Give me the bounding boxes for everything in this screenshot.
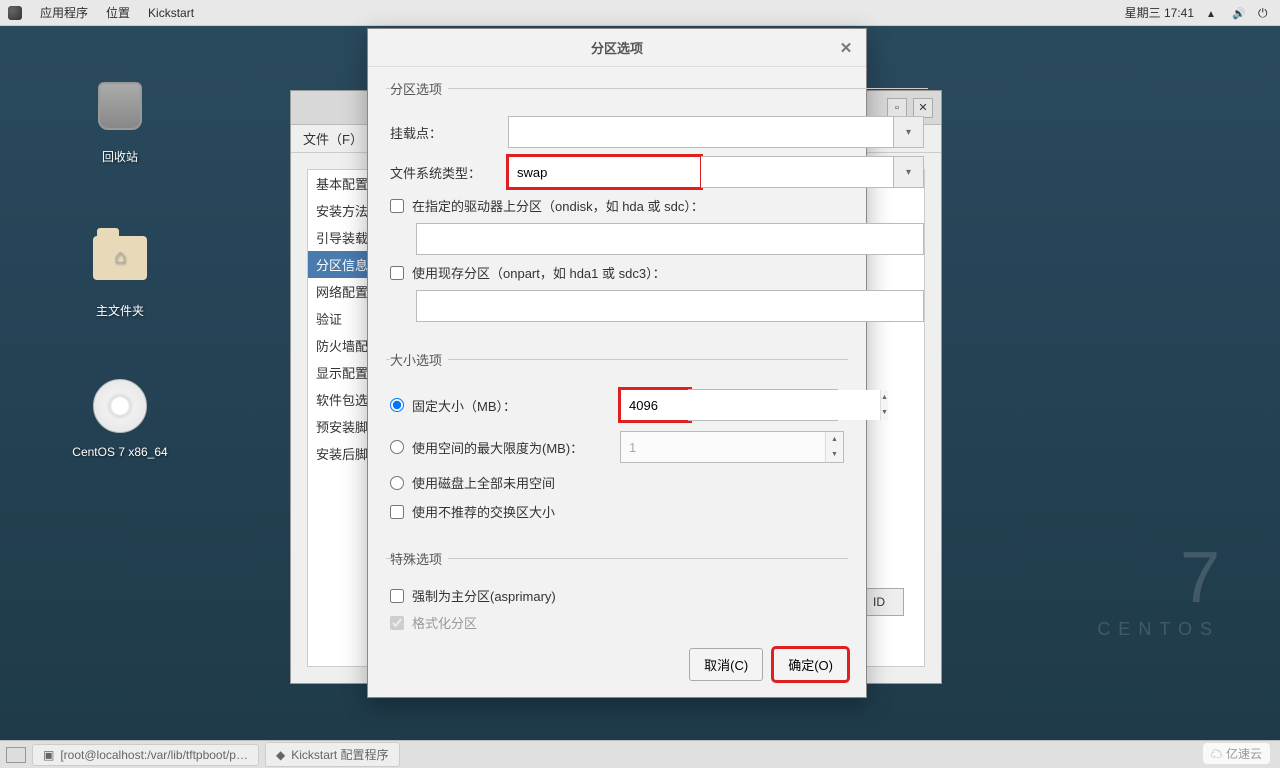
provider-watermark: ☁ 亿速云 (1203, 743, 1270, 764)
desktop-icon-disc[interactable]: CentOS 7 x86_64 (70, 376, 170, 459)
bottom-taskbar: ▣ [root@localhost:/var/lib/tftpboot/p… ◆… (0, 740, 1280, 768)
gnome-logo-icon (8, 6, 22, 20)
fstype-dropdown-icon[interactable] (894, 156, 924, 188)
grow-label: 使用磁盘上全部未用空间 (412, 473, 555, 492)
max-size-spinner: ▲▼ (620, 431, 844, 463)
partition-options-dialog: 分区选项 ✕ 分区选项 挂载点： 文件系统类型： (367, 28, 867, 698)
network-icon[interactable] (1206, 6, 1220, 20)
kickstart-icon: ◆ (276, 748, 285, 762)
menu-app-current[interactable]: Kickstart (148, 6, 194, 20)
ondisk-label: 在指定的驱动器上分区（ondisk，如 hda 或 sdc）： (412, 196, 704, 215)
ok-button[interactable]: 确定(O) (773, 648, 848, 681)
mount-label: 挂载点： (390, 123, 498, 142)
fieldset-partition: 分区选项 挂载点： 文件系统类型： 在指 (386, 79, 928, 338)
ondisk-checkbox[interactable] (390, 199, 404, 213)
workspace-switcher[interactable] (6, 747, 26, 763)
fixed-size-label: 固定大小（MB）： (412, 396, 612, 415)
fieldset-special: 特殊选项 强制为主分区(asprimary) 格式化分区 (386, 549, 848, 648)
fieldset-size: 大小选项 固定大小（MB）： ▲▼ 使用空间的最大限度为(MB)： ▲▼ (386, 350, 848, 537)
asprimary-label: 强制为主分区(asprimary) (412, 586, 556, 605)
fstype-combo-rest[interactable] (701, 156, 924, 188)
disc-icon (93, 379, 147, 433)
onpart-input[interactable] (416, 290, 924, 322)
recswap-label: 使用不推荐的交换区大小 (412, 502, 555, 521)
task-kickstart[interactable]: ◆ Kickstart 配置程序 (265, 742, 400, 767)
cancel-button[interactable]: 取消(C) (689, 648, 763, 681)
fixed-size-spinbuttons[interactable]: ▲▼ (880, 390, 888, 420)
legend-special: 特殊选项 (390, 549, 448, 568)
legend-size: 大小选项 (390, 350, 448, 369)
mount-dropdown-icon[interactable] (894, 116, 924, 148)
centos-watermark: 7 CENTOS (1097, 537, 1220, 640)
onpart-label: 使用现存分区（onpart，如 hda1 或 sdc3）： (412, 263, 666, 282)
grow-radio[interactable] (390, 476, 404, 490)
asprimary-checkbox[interactable] (390, 589, 404, 603)
trash-label: 回收站 (70, 148, 170, 165)
mount-input[interactable] (508, 116, 894, 148)
recswap-checkbox[interactable] (390, 505, 404, 519)
max-size-spinbuttons: ▲▼ (825, 432, 843, 462)
ondisk-input[interactable] (416, 223, 924, 255)
task-terminal[interactable]: ▣ [root@localhost:/var/lib/tftpboot/p… (32, 744, 259, 766)
format-label: 格式化分区 (412, 613, 477, 632)
fstype-combo-highlight (508, 156, 701, 188)
max-size-radio[interactable] (390, 440, 404, 454)
dialog-titlebar: 分区选项 ✕ (368, 29, 866, 67)
fixed-size-highlight (620, 389, 690, 421)
fstype-label: 文件系统类型： (390, 163, 498, 182)
desktop-icon-trash[interactable]: 回收站 (70, 76, 170, 165)
folder-home-icon (93, 236, 147, 280)
clock[interactable]: 星期三 17:41 (1125, 4, 1194, 21)
menu-file[interactable]: 文件（F） (303, 129, 363, 148)
mount-combo[interactable] (508, 116, 924, 148)
fixed-size-radio[interactable] (390, 398, 404, 412)
onpart-checkbox[interactable] (390, 266, 404, 280)
max-size-input (621, 432, 825, 462)
home-label: 主文件夹 (70, 302, 170, 319)
fstype-input[interactable] (508, 156, 701, 188)
terminal-icon: ▣ (43, 748, 54, 762)
power-icon[interactable] (1258, 6, 1272, 20)
legend-partition: 分区选项 (390, 79, 448, 98)
dialog-close-button[interactable]: ✕ (836, 38, 856, 58)
menu-places[interactable]: 位置 (106, 4, 130, 21)
trash-icon (98, 82, 142, 130)
desktop-icon-home[interactable]: 主文件夹 (70, 226, 170, 319)
max-size-label: 使用空间的最大限度为(MB)： (412, 438, 612, 457)
dialog-title: 分区选项 (591, 38, 643, 57)
menu-applications[interactable]: 应用程序 (40, 4, 88, 21)
disc-label: CentOS 7 x86_64 (70, 445, 170, 459)
top-panel: 应用程序 位置 Kickstart 星期三 17:41 (0, 0, 1280, 26)
volume-icon[interactable] (1232, 6, 1246, 20)
format-checkbox (390, 616, 404, 630)
